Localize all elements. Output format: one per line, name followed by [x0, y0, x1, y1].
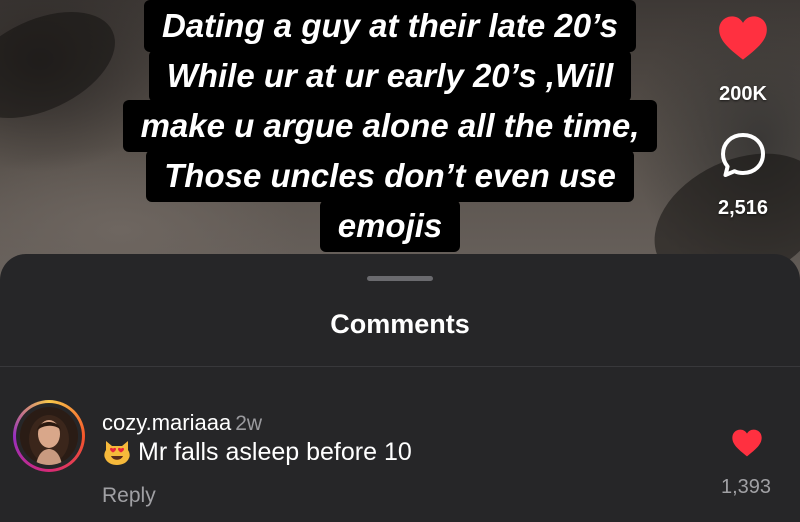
divider	[0, 366, 800, 367]
comment-timestamp: 2w	[235, 412, 263, 435]
comment-bubble-icon	[721, 133, 765, 177]
caption-line: Dating a guy at their late 20’s	[143, 0, 637, 52]
caption-line: While ur at ur early 20’s ,Will	[148, 50, 632, 102]
avatar-portrait	[20, 407, 78, 465]
comment-like-count: 1,393	[720, 476, 772, 498]
video-caption: Dating a guy at their late 20’s While ur…	[0, 0, 780, 252]
avatar	[20, 407, 78, 465]
like-count: 200K	[719, 83, 767, 105]
caption-line: Those uncles don’t even use	[146, 150, 634, 202]
side-action-bar: 200K 2,516	[698, 0, 788, 220]
comment-username[interactable]: cozy.mariaaa 2w	[102, 410, 262, 436]
like-button[interactable]	[717, 14, 769, 67]
comment-button[interactable]	[718, 130, 768, 185]
caption-line: make u argue alone all the time,	[122, 100, 658, 152]
reply-button[interactable]: Reply	[102, 484, 156, 508]
comment-count: 2,516	[717, 197, 769, 219]
comment-like-button[interactable]	[731, 428, 763, 463]
comment-body: Mr falls asleep before 10	[102, 437, 412, 467]
comments-title: Comments	[330, 309, 470, 339]
caption-line: emojis	[319, 200, 461, 252]
heart-icon	[719, 16, 767, 60]
sheet-drag-handle[interactable]	[367, 276, 433, 281]
comments-sheet: Comments cozy.mariaaa 2w Mr falls asleep…	[0, 254, 800, 522]
username-text[interactable]: cozy.mariaaa	[102, 410, 231, 435]
heart-eyes-cat-emoji	[104, 441, 130, 465]
story-ring[interactable]	[13, 400, 85, 472]
comment-text: Mr falls asleep before 10	[138, 437, 412, 466]
heart-icon	[732, 429, 762, 457]
